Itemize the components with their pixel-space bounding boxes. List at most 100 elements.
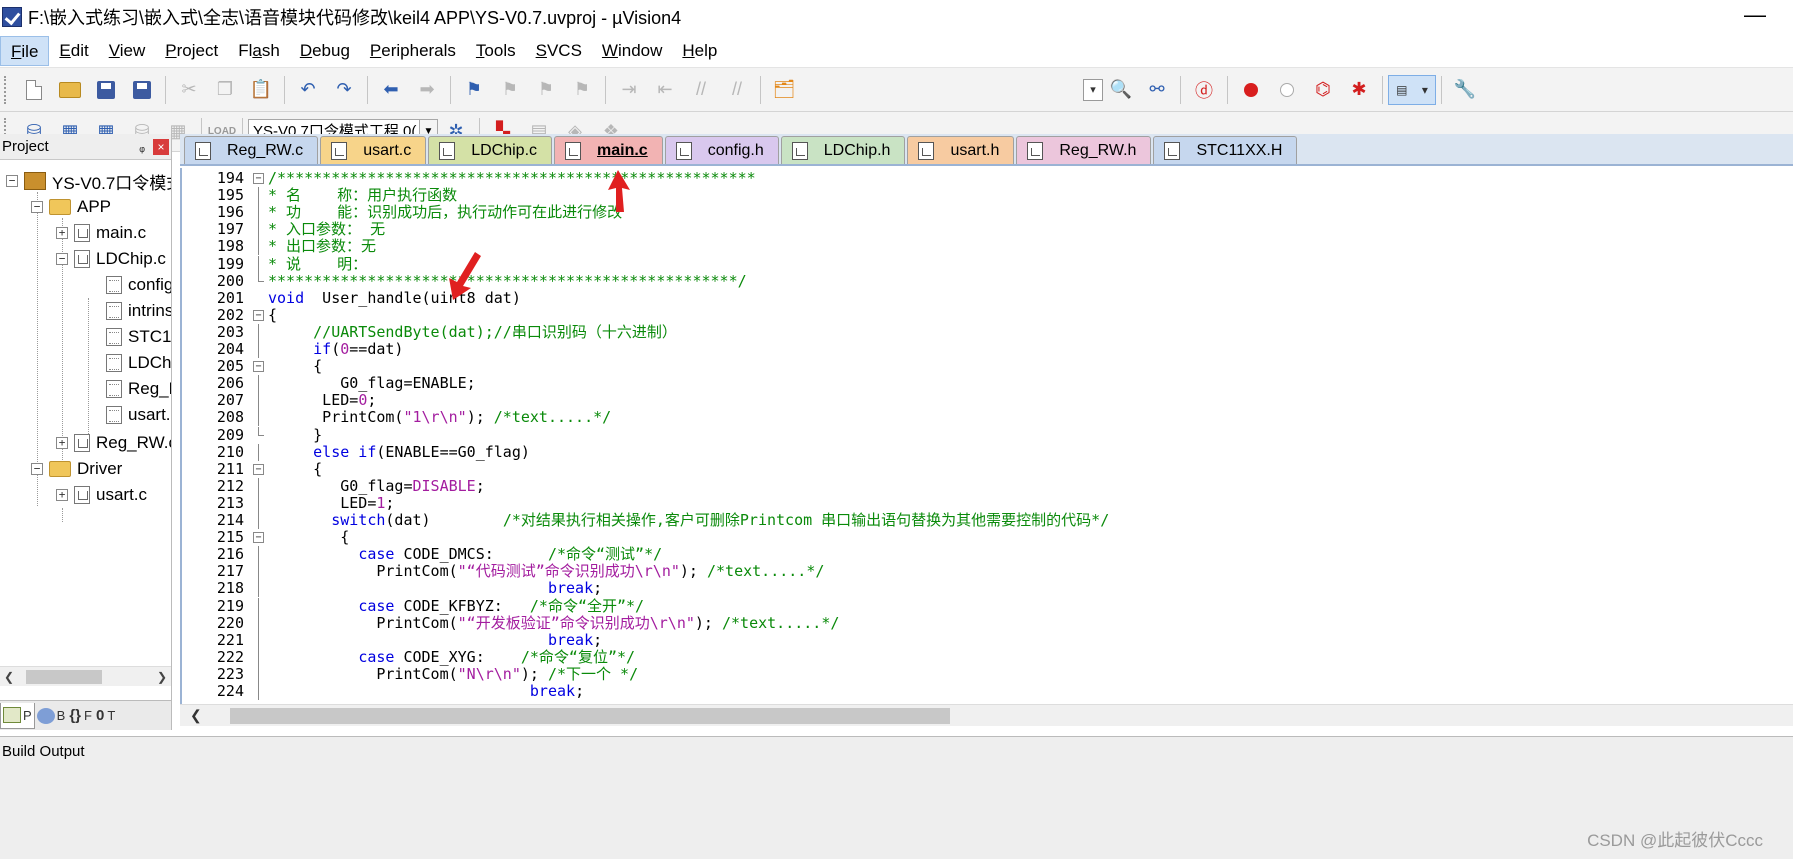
menu-edit[interactable]: Edit [49, 36, 98, 66]
tree-item-reg-rw-h[interactable]: Reg_RW.h [106, 376, 171, 402]
code-line[interactable]: 198 * 出口参数：无 [182, 238, 1782, 256]
tree-item-ldchip-c[interactable]: − LDChip.c [56, 246, 166, 272]
editor-tab-main-c[interactable]: main.c [554, 136, 663, 164]
menu-help[interactable]: Help [672, 36, 727, 66]
code-line[interactable]: 220 PrintCom("“开发板验证”命令识别成功\r\n"); /*tex… [182, 614, 1782, 632]
new-file-button[interactable] [19, 75, 49, 105]
cut-button[interactable]: ✂ [174, 75, 204, 105]
editor-tab-reg-rw-c[interactable]: Reg_RW.c [184, 136, 319, 164]
tree-item-reg-rw-c[interactable]: + Reg_RW.c [56, 430, 171, 456]
tree-item-group-app[interactable]: − APP [31, 194, 111, 220]
disable-all-breakpoints-button[interactable]: ⌬ [1308, 75, 1338, 105]
open-file-button[interactable] [55, 75, 85, 105]
menu-view[interactable]: View [99, 36, 156, 66]
editor-tab-usart-c[interactable]: usart.c [320, 136, 427, 164]
code-line[interactable]: 203 //UARTSendByte(dat);//串口识别码（十六进制） [182, 323, 1782, 341]
collapse-icon[interactable]: − [31, 201, 43, 213]
navigate-back-button[interactable]: ⬅ [376, 75, 406, 105]
scrollbar-thumb[interactable] [230, 708, 950, 724]
insert-bookmark-button[interactable]: ⚑ [459, 75, 489, 105]
find-in-files-button[interactable]: 🗂 [769, 75, 799, 105]
next-bookmark-button[interactable]: ⚑ [531, 75, 561, 105]
save-button[interactable] [91, 75, 121, 105]
undo-button[interactable]: ↶ [293, 75, 323, 105]
code-line[interactable]: 210 else if(ENABLE==G0_flag) [182, 443, 1782, 461]
menu-tools[interactable]: Tools [466, 36, 526, 66]
fold-collapse-icon[interactable]: − [253, 361, 264, 373]
menu-svcs[interactable]: SVCS [526, 36, 592, 66]
code-line[interactable]: 197 * 入口参数： 无 [182, 221, 1782, 239]
code-line[interactable]: 196 * 功 能：识别成功后，执行动作可在此进行修改 [182, 204, 1782, 222]
fold-collapse-icon[interactable]: − [253, 173, 264, 184]
kill-all-breakpoints-button[interactable]: ✱ [1344, 75, 1374, 105]
close-icon[interactable]: × [153, 138, 169, 155]
menu-debug[interactable]: Debug [290, 36, 360, 66]
find-button[interactable]: 🔍 [1106, 75, 1136, 105]
tab-functions[interactable]: {} F [67, 703, 94, 729]
scrollbar-thumb[interactable] [26, 670, 102, 684]
save-all-button[interactable] [127, 75, 157, 105]
code-line[interactable]: 222 case CODE_XYG: /*命令“复位”*/ [182, 648, 1782, 666]
find-combo-dropdown[interactable]: ▾ [1083, 78, 1103, 101]
project-horizontal-scrollbar[interactable]: ❮ ❯ [0, 666, 171, 686]
insert-breakpoint-button[interactable] [1236, 75, 1266, 105]
code-line[interactable]: 195 * 名 称：用户执行函数 [182, 187, 1782, 205]
code-line[interactable]: 201 void User_handle(uint8 dat) [182, 289, 1782, 307]
tree-item-intrins-h[interactable]: intrins.h [106, 298, 171, 324]
toolbar-grip[interactable] [4, 75, 10, 104]
code-line[interactable]: 209 } [182, 426, 1782, 444]
code-line[interactable]: 206 G0_flag=ENABLE; [182, 375, 1782, 393]
tree-item-project-root[interactable]: − YS-V0.7口令模式 [6, 168, 171, 194]
code-line[interactable]: 211− { [182, 460, 1782, 478]
fold-collapse-icon[interactable]: − [253, 309, 264, 321]
code-line[interactable]: 213 LED=1; [182, 494, 1782, 512]
code-line[interactable]: 212 G0_flag=DISABLE; [182, 477, 1782, 495]
code-line[interactable]: 215− { [182, 529, 1782, 546]
code-line[interactable]: 214 switch(dat) /*对结果执行相关操作,客户可删除Printco… [182, 512, 1782, 529]
paste-button[interactable]: 📋 [246, 75, 276, 105]
editor-tab-config-h[interactable]: config.h [664, 136, 779, 164]
menu-file[interactable]: File [0, 35, 50, 66]
editor-tab-ldchip-c[interactable]: LDChip.c [428, 136, 553, 164]
code-line[interactable]: 217 PrintCom("“代码测试”命令识别成功\r\n"); /*text… [182, 563, 1782, 581]
collapse-icon[interactable]: − [31, 463, 43, 475]
tree-item-ldchip-h[interactable]: LDChip.h [106, 350, 171, 376]
tree-item-config-h[interactable]: config.h [106, 272, 171, 298]
expand-icon[interactable]: + [56, 489, 68, 501]
code-line[interactable]: 202−{ [182, 306, 1782, 324]
scroll-left-icon[interactable]: ❮ [4, 670, 14, 684]
expand-icon[interactable]: + [56, 437, 68, 449]
code-line[interactable]: 224 break; [182, 683, 1782, 700]
tree-item-usart-h[interactable]: usart.h [106, 402, 171, 428]
expand-icon[interactable]: + [56, 227, 68, 239]
editor-tab-ldchip-h[interactable]: LDChip.h [780, 136, 906, 164]
previous-bookmark-button[interactable]: ⚑ [495, 75, 525, 105]
editor-tab-stc11xx-h[interactable]: STC11XX.H [1153, 136, 1298, 164]
code-line[interactable]: 205− { [182, 358, 1782, 375]
collapse-icon[interactable]: − [56, 253, 68, 265]
tree-item-usart-c[interactable]: + usart.c [56, 482, 147, 508]
code-line[interactable]: 204 if(0==dat) [182, 341, 1782, 358]
uncomment-button[interactable]: // [722, 75, 752, 105]
code-line[interactable]: 216 case CODE_DMCS: /*命令“测试”*/ [182, 546, 1782, 564]
incremental-find-button[interactable]: ⚯ [1142, 75, 1172, 105]
editor-tab-reg-rw-h[interactable]: Reg_RW.h [1016, 136, 1152, 164]
code-line[interactable]: 223 PrintCom("N\r\n"); /*下一个 */ [182, 665, 1782, 683]
debug-session-button[interactable]: ⓓ [1189, 75, 1219, 105]
clear-bookmarks-button[interactable]: ⚑ [567, 75, 597, 105]
indent-button[interactable]: ⇥ [614, 75, 644, 105]
tab-books[interactable]: B [35, 703, 68, 729]
configure-button[interactable]: 🔧 [1450, 75, 1480, 105]
navigate-forward-button[interactable]: ➡ [412, 75, 442, 105]
pin-icon[interactable]: ᵩ [139, 139, 145, 154]
code-line[interactable]: 200 *************************************… [182, 272, 1782, 290]
tree-item-main-c[interactable]: + main.c [56, 220, 146, 246]
scroll-left-icon[interactable]: ❮ [190, 707, 202, 724]
tree-item-group-driver[interactable]: − Driver [31, 456, 122, 482]
editor-tab-usart-h[interactable]: usart.h [907, 136, 1015, 164]
code-line[interactable]: 194−/***********************************… [182, 170, 1782, 187]
redo-button[interactable]: ↷ [329, 75, 359, 105]
scroll-right-icon[interactable]: ❯ [157, 670, 167, 684]
menu-peripherals[interactable]: Peripherals [360, 36, 466, 66]
code-editor[interactable]: 194−/***********************************… [180, 168, 1793, 704]
